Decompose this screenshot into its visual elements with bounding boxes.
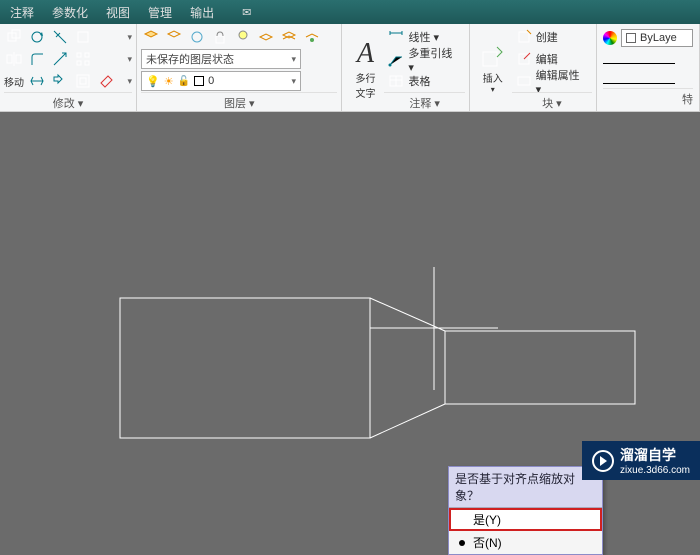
insert-button[interactable]: 插入 ▾ <box>474 26 512 111</box>
color-square-icon <box>626 33 636 43</box>
mtext-label1: 多行 <box>355 70 375 85</box>
lock-open-icon: 🔓 <box>178 76 190 87</box>
color-dropdown[interactable]: ByLaye <box>621 29 693 47</box>
menu-output[interactable]: 输出 <box>190 4 214 21</box>
bulb-icon: 💡 <box>146 75 160 88</box>
create-icon <box>516 29 532 45</box>
more-icon[interactable] <box>73 27 93 47</box>
edit-icon <box>516 51 532 67</box>
drawing-canvas[interactable]: 是否基于对齐点缩放对象？ 是(Y) 否(N) 溜溜自学 zixue.3d66.c… <box>0 112 700 500</box>
table-icon <box>388 73 404 89</box>
menu-annotation[interactable]: 注释 <box>10 4 34 21</box>
edit-attr-button[interactable]: 编辑属性 ▾ <box>512 70 592 92</box>
layer-match-icon[interactable] <box>256 27 276 47</box>
watermark: 溜溜自学 zixue.3d66.com <box>582 441 700 480</box>
layer-state-dropdown[interactable]: 未保存的图层状态 ▾ <box>141 49 301 69</box>
layer-name: 0 <box>208 75 214 87</box>
fillet-icon[interactable] <box>27 49 47 69</box>
panel-label-layer[interactable]: 图层 ▾ <box>141 92 337 111</box>
mirror-icon[interactable] <box>4 49 24 69</box>
dropdown-icon[interactable]: ▾ <box>128 54 133 65</box>
menu-parametric[interactable]: 参数化 <box>52 4 88 21</box>
menu-manage[interactable]: 管理 <box>148 4 172 21</box>
scale-icon[interactable] <box>50 49 70 69</box>
layer-lock-icon[interactable] <box>210 27 230 47</box>
panel-label-block[interactable]: 块 ▾ <box>512 92 592 111</box>
dropdown-icon[interactable]: ▾ <box>128 32 133 43</box>
text-A-icon: A <box>357 38 374 70</box>
panel-annotation: A 多行 文字 线性 ▾ 多重引线 ▾ 表格 注释 ▾ <box>342 24 469 111</box>
layer-state-text: 未保存的图层状态 <box>146 51 234 67</box>
panel-properties: ByLaye 特 <box>597 24 700 111</box>
layer-prop-icon[interactable] <box>141 27 161 47</box>
dropdown-icon[interactable]: ▾ <box>128 76 133 87</box>
panel-layer: 未保存的图层状态 ▾ 💡 ☀ 🔓 0 ▾ 图层 ▾ <box>137 24 342 111</box>
bylayer-text: ByLaye <box>640 32 677 44</box>
prompt-title: 是否基于对齐点缩放对象？ <box>449 467 602 508</box>
mleader-button[interactable]: 多重引线 ▾ <box>384 48 464 70</box>
linear-icon <box>388 29 404 45</box>
erase-icon[interactable] <box>96 71 116 91</box>
trim-icon[interactable] <box>50 27 70 47</box>
linetype-dropdown[interactable] <box>603 73 675 84</box>
layer-current-dropdown[interactable]: 💡 ☀ 🔓 0 ▾ <box>141 71 301 91</box>
lineweight-dropdown[interactable] <box>603 53 675 64</box>
array-icon[interactable] <box>73 49 93 69</box>
panel-block: 插入 ▾ 创建 编辑 编辑属性 ▾ 块 ▾ <box>470 24 597 111</box>
play-icon <box>592 450 614 472</box>
layer-walk-icon[interactable] <box>302 27 322 47</box>
panel-label-annot[interactable]: 注释 ▾ <box>384 92 464 111</box>
menubar: 注释 参数化 视图 管理 输出 ✉ <box>0 0 700 24</box>
copy-icon[interactable] <box>4 27 24 47</box>
layer-freeze-icon[interactable] <box>187 27 207 47</box>
table-label: 表格 <box>408 73 430 89</box>
mtext-label2: 文字 <box>355 85 375 100</box>
prompt-yes[interactable]: 是(Y) <box>449 508 602 531</box>
move-label: 移动 <box>4 74 24 89</box>
table-button[interactable]: 表格 <box>384 70 464 92</box>
layer-off-icon[interactable] <box>233 27 253 47</box>
linear-label: 线性 ▾ <box>408 29 439 45</box>
insert-label: 插入 <box>483 70 503 85</box>
mleader-icon <box>388 51 404 67</box>
editattr-icon <box>516 73 532 89</box>
create-block-button[interactable]: 创建 <box>512 26 592 48</box>
layer-prev-icon[interactable] <box>279 27 299 47</box>
panel-label-props[interactable]: 特 <box>603 88 693 107</box>
sun-icon: ☀ <box>164 75 174 88</box>
ribbon: ▾ ▾ 移动 ▾ 修改 ▾ <box>0 24 700 112</box>
insert-icon <box>480 44 506 70</box>
offset-icon[interactable] <box>73 71 93 91</box>
create-label: 创建 <box>536 29 558 45</box>
explode-icon[interactable] <box>50 71 70 91</box>
edit-label: 编辑 <box>536 51 558 67</box>
mail-icon[interactable]: ✉ <box>242 6 251 19</box>
panel-modify: ▾ ▾ 移动 ▾ 修改 ▾ <box>0 24 137 111</box>
mtext-button[interactable]: A 多行 文字 <box>346 26 384 111</box>
rotate-icon[interactable] <box>27 27 47 47</box>
yes-label: 是(Y) <box>473 511 501 528</box>
layer-iso-icon[interactable] <box>164 27 184 47</box>
menu-view[interactable]: 视图 <box>106 4 130 21</box>
prompt-no[interactable]: 否(N) <box>449 531 602 554</box>
panel-label-modify[interactable]: 修改 ▾ <box>4 92 132 111</box>
watermark-url: zixue.3d66.com <box>620 465 690 476</box>
no-label: 否(N) <box>473 534 502 551</box>
bullet-icon <box>459 540 465 546</box>
stretch-icon[interactable] <box>27 71 47 91</box>
color-swatch <box>194 76 204 86</box>
align-scale-prompt: 是否基于对齐点缩放对象？ 是(Y) 否(N) <box>448 466 603 555</box>
color-wheel-icon[interactable] <box>603 31 617 45</box>
watermark-brand: 溜溜自学 <box>620 445 690 465</box>
